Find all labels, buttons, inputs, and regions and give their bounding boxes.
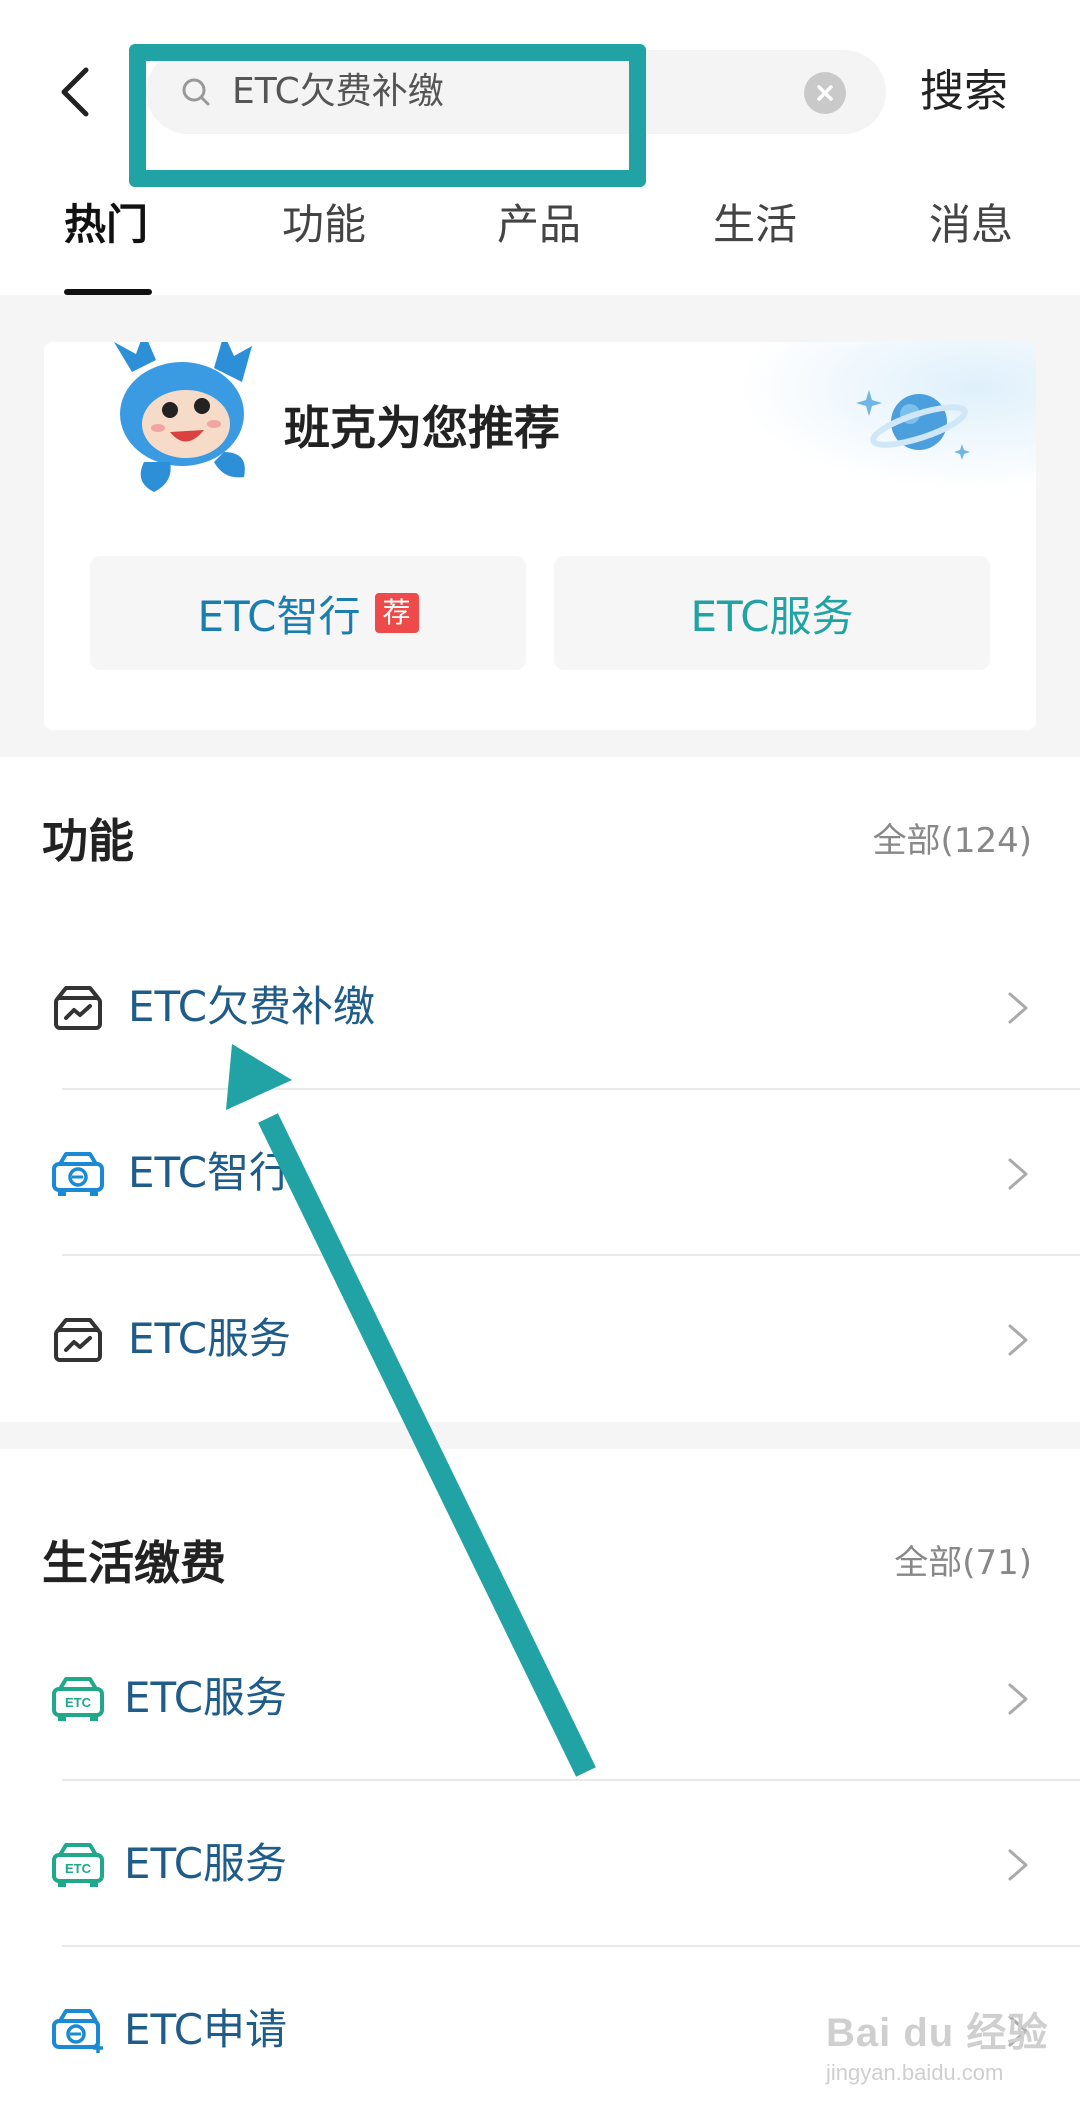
etc-service-label: ETC服务 (690, 591, 854, 641)
chevron-left-icon (61, 67, 89, 117)
etc-zhixing-button[interactable]: ETC智行 荐 (90, 556, 526, 670)
chevron-right-icon (1008, 1683, 1028, 1715)
planet-icon (856, 390, 970, 460)
search-query-text: ETC欠费补缴 (232, 71, 444, 112)
search-icon (182, 78, 210, 106)
card-chart-icon (54, 1318, 102, 1362)
list-item-label: ETC申请 (124, 2005, 288, 2054)
tab-messages[interactable]: 消息 (929, 190, 1013, 260)
features-view-all[interactable]: 全部(124) (873, 809, 1032, 873)
list-item[interactable]: ETC ETC服务 (0, 1781, 1080, 1947)
card-chart-icon (54, 986, 102, 1030)
search-button[interactable]: 搜索 (920, 60, 1008, 124)
recommend-badge: 荐 (374, 593, 419, 633)
tab-functions[interactable]: 功能 (282, 190, 366, 260)
list-item-label: ETC服务 (124, 1839, 288, 1888)
life-payment-title: 生活缴费 (42, 1536, 226, 1590)
recommendation-card: 班克为您推荐 ETC智行 荐 ETC服务 (44, 342, 1036, 730)
etc-apply-icon (52, 2009, 103, 2053)
watermark-sub-text: jingyan.baidu.com (826, 2060, 1004, 2085)
clear-search-button[interactable] (804, 72, 846, 114)
features-section: 功能 全部(124) ETC欠费补缴 ETC智行 ETC服务 (0, 757, 1080, 1422)
back-button[interactable] (50, 62, 100, 122)
list-item[interactable]: ETC服务 (0, 1256, 1080, 1422)
watermark-logo: Bai du 经验 jingyan.baidu.com (826, 2000, 1066, 2110)
chevron-right-icon (1008, 1849, 1028, 1881)
top-bar: ETC欠费补缴 搜索 热门 功能 产品 生活 消息 (0, 0, 1080, 295)
list-item-label: ETC服务 (124, 1673, 288, 1722)
etc-car-icon (52, 1152, 104, 1196)
features-title: 功能 (42, 814, 134, 868)
active-tab-indicator (64, 289, 152, 295)
close-icon (817, 85, 833, 101)
etc-service-button[interactable]: ETC服务 (554, 556, 990, 670)
svg-text:ETC: ETC (65, 1695, 92, 1710)
list-item-label: ETC智行 (128, 1148, 292, 1197)
list-item[interactable]: ETC ETC服务 (0, 1615, 1080, 1781)
mascot-icon (114, 342, 252, 492)
watermark-main-text: Bai du 经验 (826, 2011, 1049, 2055)
tab-products[interactable]: 产品 (497, 190, 581, 260)
tab-hot[interactable]: 热门 (64, 190, 148, 260)
chevron-right-icon (1008, 1158, 1028, 1190)
recommendation-title: 班克为您推荐 (284, 401, 560, 455)
etc-zhixing-label: ETC智行 (197, 591, 361, 641)
list-item[interactable]: ETC欠费补缴 (0, 924, 1080, 1090)
tab-life[interactable]: 生活 (713, 190, 797, 260)
list-item-label: ETC欠费补缴 (128, 982, 376, 1031)
svg-text:ETC: ETC (65, 1861, 92, 1876)
etc-green-icon: ETC (52, 1843, 104, 1887)
list-item[interactable]: ETC智行 (0, 1090, 1080, 1256)
chevron-right-icon (1008, 992, 1028, 1024)
etc-green-icon: ETC (52, 1677, 104, 1721)
life-payment-view-all[interactable]: 全部(71) (894, 1531, 1032, 1595)
chevron-right-icon (1008, 1324, 1028, 1356)
list-item-label: ETC服务 (128, 1314, 292, 1363)
category-tabs: 热门 功能 产品 生活 消息 (0, 190, 1080, 295)
search-input[interactable]: ETC欠费补缴 (146, 50, 886, 134)
